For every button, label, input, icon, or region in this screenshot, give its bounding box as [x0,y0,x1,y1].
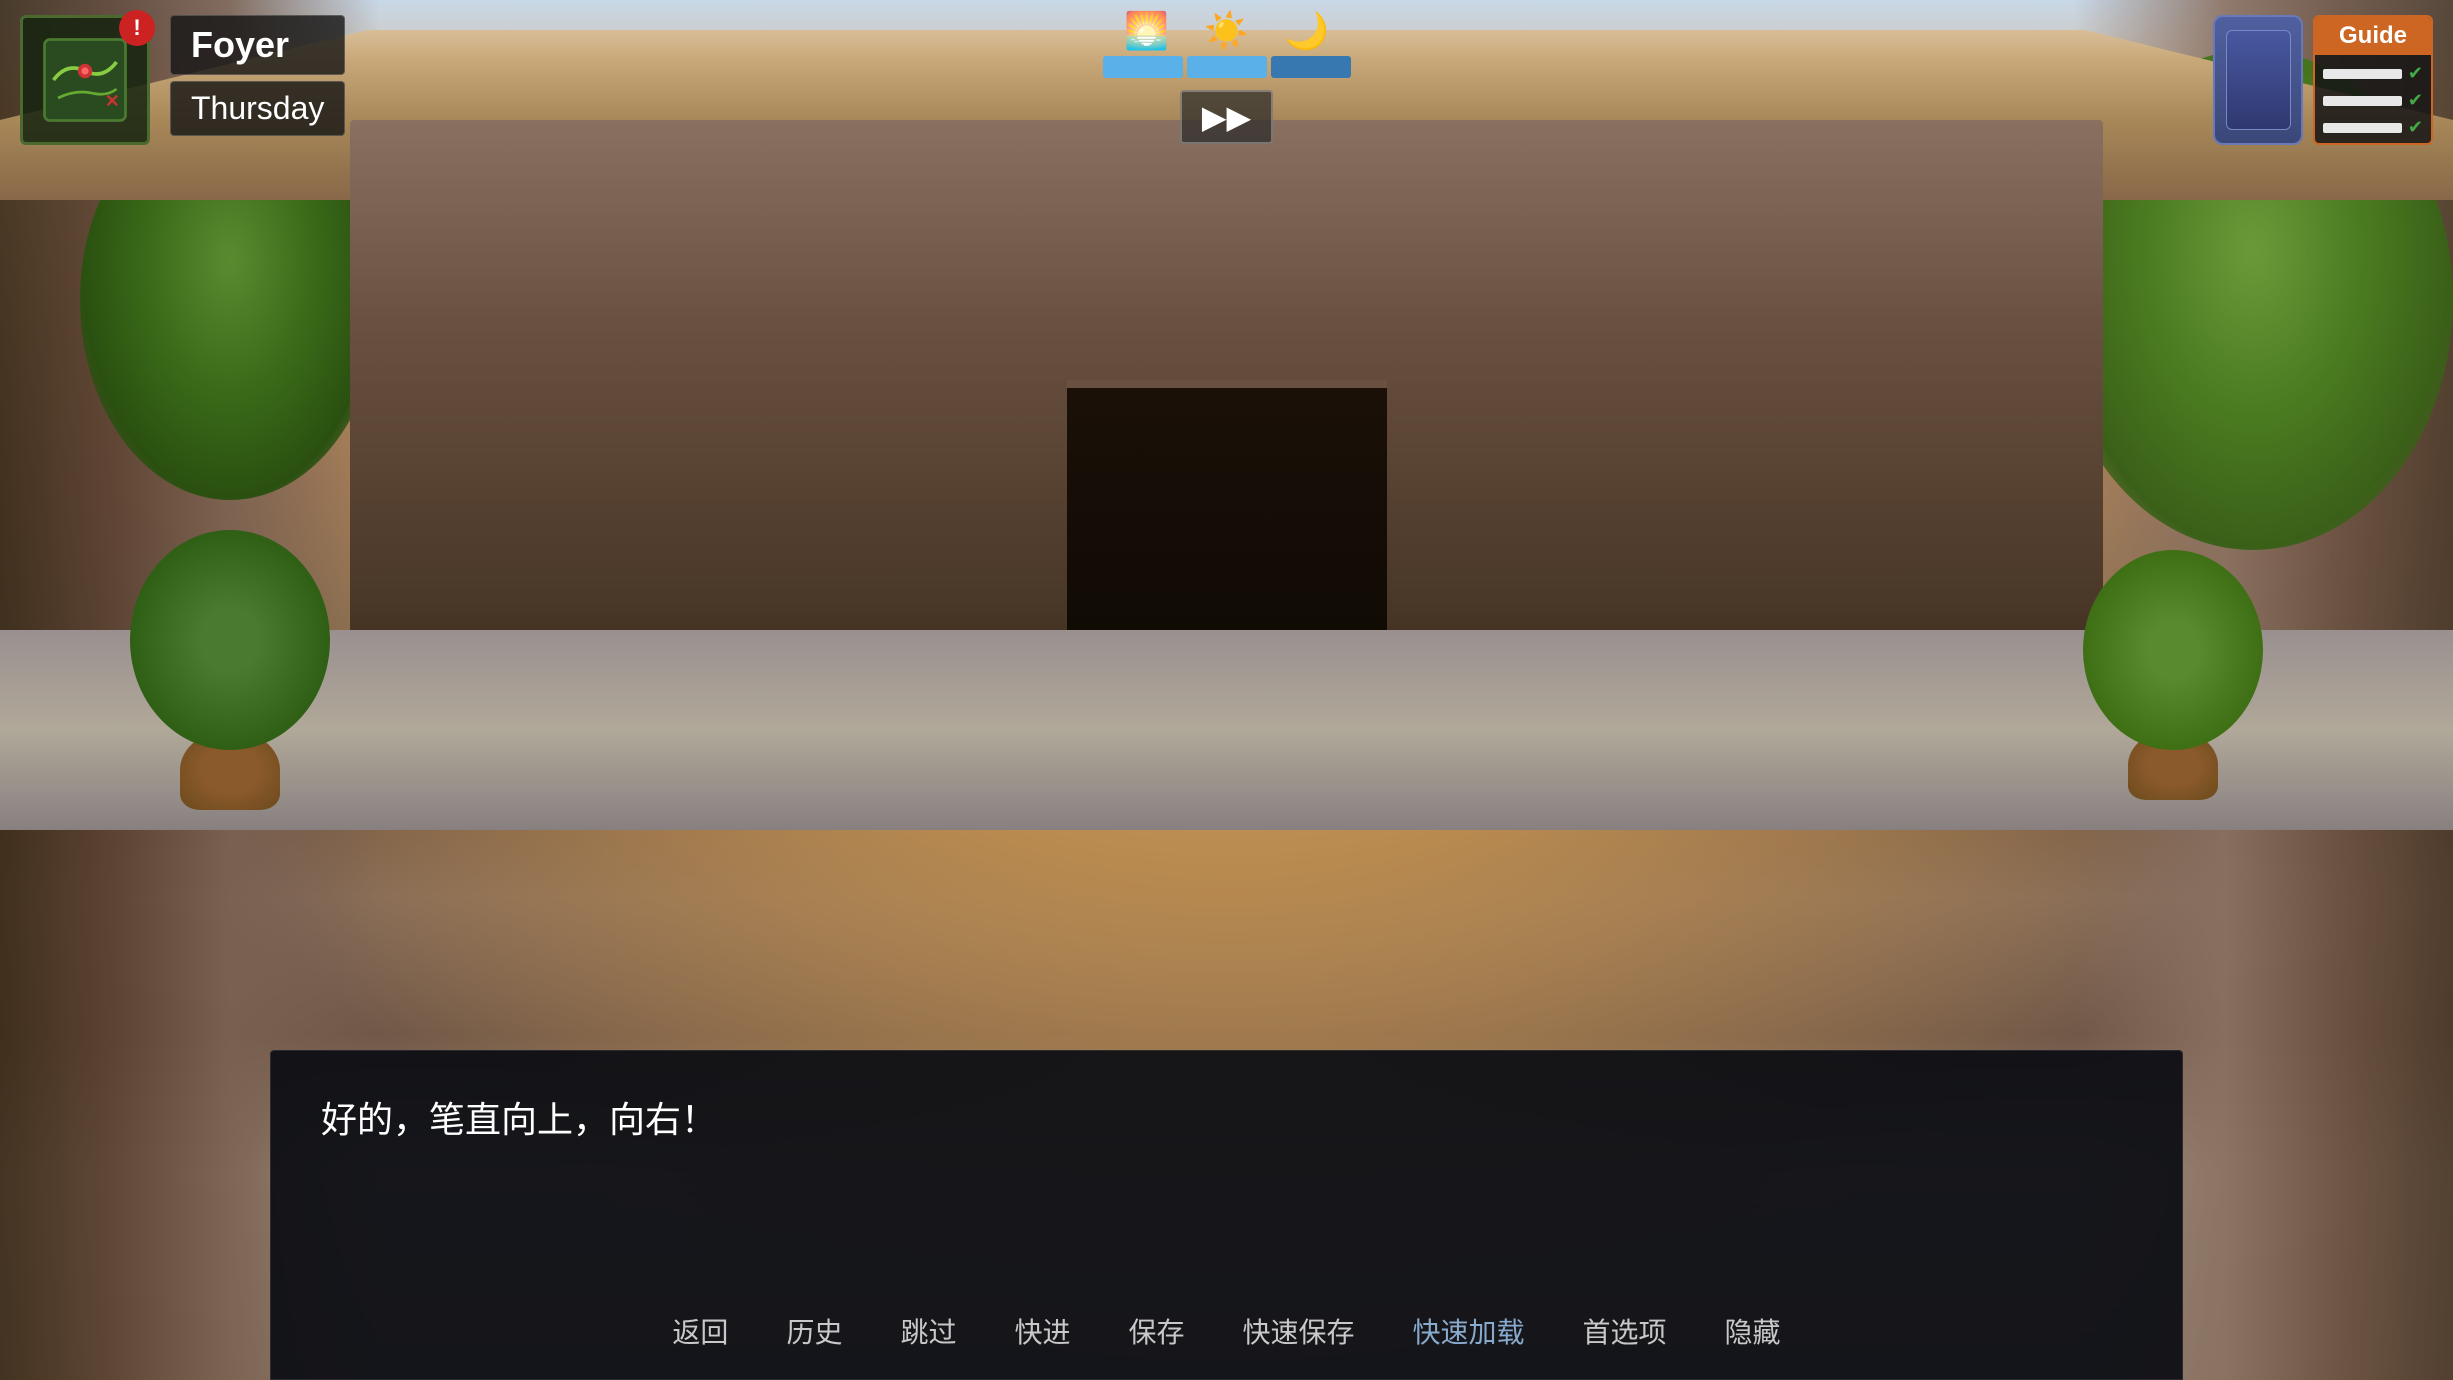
dawn-icon: 🌅 [1107,10,1187,52]
day-name: Thursday [170,81,345,136]
phone-screen [2226,30,2291,130]
btn-quick-load[interactable]: 快速加载 [1409,1303,1529,1359]
time-icons: 🌅 ☀️ 🌙 [1107,10,1347,52]
guide-line-bar-1 [2323,69,2402,79]
guide-check-1: ✔ [2408,63,2423,84]
time-segments [1103,56,1351,78]
guide-line-bar-2 [2323,96,2402,106]
guide-line-bar-3 [2323,123,2402,133]
location-info: Foyer Thursday [170,15,345,136]
time-segment-3 [1271,56,1351,78]
guide-check-3: ✔ [2408,117,2423,138]
guide-lines: ✔ ✔ ✔ [2315,55,2431,145]
btn-return[interactable]: 返回 [668,1303,732,1359]
guide-button[interactable]: Guide ✔ ✔ ✔ [2313,15,2433,145]
location-name[interactable]: Foyer [170,15,345,75]
guide-area: Guide ✔ ✔ ✔ [2213,15,2433,145]
map-badge: ! [119,10,155,46]
map-icon: ✕ [40,35,130,125]
guide-line-3: ✔ [2323,117,2423,138]
btn-hide[interactable]: 隐藏 [1721,1303,1785,1359]
sun-icon: ☀️ [1187,10,1267,52]
btn-preferences[interactable]: 首选项 [1579,1303,1671,1359]
btn-history[interactable]: 历史 [782,1303,846,1359]
btn-fast-forward[interactable]: 快进 [1010,1303,1074,1359]
btn-save[interactable]: 保存 [1124,1303,1188,1359]
svg-text:✕: ✕ [105,91,120,111]
dialogue-buttons: 返回 历史 跳过 快进 保存 快速保存 快速加载 首选项 隐藏 [271,1303,2182,1359]
time-segment-1 [1103,56,1183,78]
btn-skip[interactable]: 跳过 [896,1303,960,1359]
guide-check-2: ✔ [2408,90,2423,111]
plant-left [120,530,340,810]
moon-icon: 🌙 [1267,10,1347,52]
time-segment-2 [1187,56,1267,78]
guide-line-2: ✔ [2323,90,2423,111]
dialogue-text: 好的，笔直向上，向右！ [271,1051,2182,1169]
btn-quick-save[interactable]: 快速保存 [1239,1303,1359,1359]
phone-button[interactable] [2213,15,2303,145]
map-button[interactable]: ✕ ! [20,15,150,145]
dialogue-box[interactable]: 好的，笔直向上，向右！ 返回 历史 跳过 快进 保存 快速保存 快速加载 首选项… [270,1050,2183,1380]
plant-right [2073,540,2273,800]
time-bar-container: 🌅 ☀️ 🌙 ▶▶ [1103,10,1351,144]
guide-line-1: ✔ [2323,63,2423,84]
fast-forward-button[interactable]: ▶▶ [1180,90,1273,144]
guide-header: Guide [2315,17,2431,55]
